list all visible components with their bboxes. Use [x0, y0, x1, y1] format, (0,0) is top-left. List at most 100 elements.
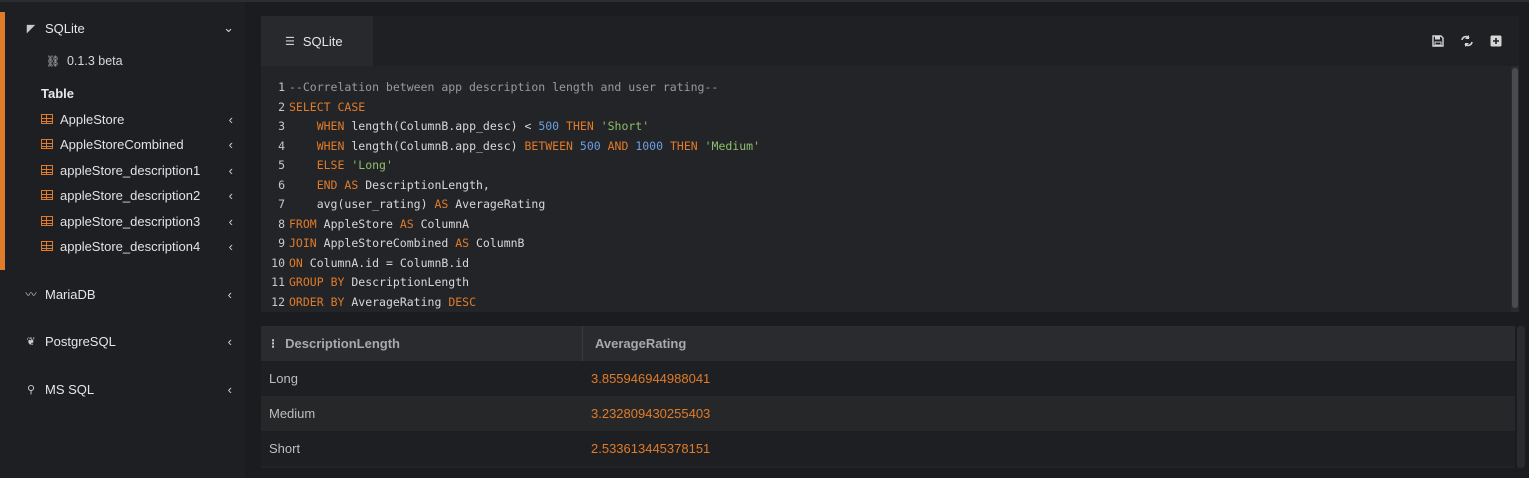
- grid-header-cell[interactable]: ⁝ DescriptionLength: [271, 326, 400, 361]
- sidebar-item-applestore-description4[interactable]: appleStore_description4 ‹: [41, 235, 233, 257]
- line-number: 9: [278, 236, 285, 250]
- sidebar-db-mariadb[interactable]: 〰 MariaDB ‹: [24, 282, 233, 306]
- code-text: GROUP BY DescriptionLength: [289, 275, 470, 289]
- line-number: 2: [278, 99, 285, 114]
- code-line[interactable]: 9 JOIN AppleStoreCombined AS ColumnB: [261, 234, 524, 253]
- line-number: 4: [278, 138, 285, 153]
- table-row[interactable]: Short 2.533613445378151: [261, 431, 1515, 466]
- code-area[interactable]: 1 --Correlation between app description l…: [261, 74, 1507, 312]
- sidebar-db-label: MariaDB: [45, 286, 96, 302]
- sidebar-item-applestore-description3[interactable]: appleStore_description3 ‹: [41, 210, 233, 232]
- table-icon: [41, 165, 53, 175]
- sidebar-db-mssql[interactable]: ⚲ MS SQL ‹: [24, 377, 232, 401]
- sqlite-icon: ◤: [26, 22, 36, 35]
- refresh-icon[interactable]: [1459, 33, 1475, 49]
- column-menu-icon[interactable]: ⁝: [271, 336, 275, 352]
- line-number: 10: [271, 255, 285, 270]
- grid-header-cell[interactable]: AverageRating: [595, 326, 686, 361]
- chevron-left-icon[interactable]: ‹: [229, 137, 233, 152]
- save-icon[interactable]: [1430, 33, 1446, 49]
- grid-scrollbar[interactable]: [1517, 326, 1525, 468]
- sidebar-item-applestore[interactable]: AppleStore ‹: [41, 108, 233, 130]
- sidebar-db-sqlite[interactable]: ◤ SQLite ⌄: [24, 16, 234, 40]
- line-number: 7: [278, 197, 285, 211]
- code-line[interactable]: 7 avg(user_rating) AS AverageRating: [261, 195, 545, 214]
- code-text: JOIN AppleStoreCombined AS ColumnB: [289, 236, 525, 250]
- editor-tabbar: ☰ SQLite: [261, 16, 1519, 66]
- code-line[interactable]: 10 ON ColumnA.id = ColumnB.id: [261, 254, 469, 273]
- code-text: ORDER BY AverageRating DESC: [289, 294, 477, 309]
- table-icon: [41, 216, 53, 226]
- server-icon: ☰: [285, 35, 295, 48]
- add-icon[interactable]: [1488, 33, 1504, 49]
- code-line[interactable]: 1 --Correlation between app description l…: [261, 78, 718, 97]
- line-number: 1: [278, 80, 285, 94]
- chevron-left-icon[interactable]: ‹: [228, 287, 232, 302]
- cell-description-length: Long: [269, 371, 298, 386]
- chevron-left-icon[interactable]: ‹: [229, 239, 233, 254]
- chevron-left-icon[interactable]: ‹: [229, 112, 233, 127]
- column-divider[interactable]: [582, 326, 583, 361]
- sidebar-item-applestorecombined[interactable]: AppleStoreCombined ‹: [41, 133, 233, 155]
- column-header-descriptionlength: DescriptionLength: [285, 336, 400, 351]
- code-text: WHEN length(ColumnB.app_desc) BETWEEN 50…: [316, 138, 760, 153]
- code-line[interactable]: 6 END AS DescriptionLength,: [261, 176, 490, 195]
- code-line[interactable]: 4 WHEN length(ColumnB.app_desc) BETWEEN …: [261, 137, 760, 156]
- mariadb-icon: 〰: [25, 289, 37, 301]
- code-text: SELECT CASE: [289, 99, 366, 114]
- tab-sqlite[interactable]: ☰ SQLite: [261, 16, 373, 66]
- line-number: 6: [278, 177, 285, 192]
- code-text: END AS DescriptionLength,: [316, 177, 490, 192]
- code-line[interactable]: 11 GROUP BY DescriptionLength: [261, 273, 469, 292]
- tab-label: SQLite: [302, 33, 343, 49]
- table-icon: [41, 139, 53, 149]
- chevron-left-icon[interactable]: ‹: [228, 334, 232, 349]
- query-editor-panel: ☰ SQLite 1 --Correlation between app desc…: [261, 16, 1519, 312]
- sidebar-db-postgresql[interactable]: ❦ PostgreSQL ‹: [24, 329, 232, 353]
- editor-scrollbar[interactable]: [1511, 66, 1519, 312]
- code-text: WHEN length(ColumnB.app_desc) < 500 THEN…: [316, 119, 650, 133]
- postgresql-icon: ❦: [26, 335, 36, 348]
- sidebar-db-label: MS SQL: [45, 381, 95, 397]
- code-line[interactable]: 5 ELSE 'Long': [261, 156, 393, 175]
- code-line[interactable]: 2 SELECT CASE: [261, 98, 365, 117]
- code-line[interactable]: 12 ORDER BY AverageRating DESC: [261, 293, 476, 312]
- line-number: 12: [271, 294, 285, 309]
- chevron-left-icon[interactable]: ‹: [229, 214, 233, 229]
- line-number: 5: [278, 158, 285, 172]
- sidebar-item-applestore-description1[interactable]: appleStore_description1 ‹: [41, 159, 233, 181]
- code-line[interactable]: 8 FROM AppleStore AS ColumnA: [261, 215, 469, 234]
- table-label: AppleStore: [60, 111, 125, 127]
- table-label: AppleStoreCombined: [60, 136, 184, 152]
- chevron-left-icon[interactable]: ‹: [229, 188, 233, 203]
- code-text: ON ColumnA.id = ColumnB.id: [289, 255, 470, 270]
- chevron-down-icon[interactable]: ⌄: [223, 20, 234, 36]
- chevron-left-icon[interactable]: ‹: [229, 163, 233, 178]
- line-number: 8: [278, 216, 285, 231]
- results-grid: ⁝ DescriptionLength AverageRating Long 3…: [261, 326, 1515, 468]
- grid-header-row: ⁝ DescriptionLength AverageRating: [261, 326, 1515, 361]
- sidebar-db-label: SQLite: [45, 20, 85, 36]
- code-line[interactable]: 3 WHEN length(ColumnB.app_desc) < 500 TH…: [261, 117, 649, 136]
- sidebar-item-applestore-description2[interactable]: appleStore_description2 ‹: [41, 184, 233, 206]
- code-text: FROM AppleStore AS ColumnA: [289, 216, 470, 231]
- scrollbar-thumb[interactable]: [1512, 68, 1518, 308]
- table-row[interactable]: Long 3.855946944988041: [261, 361, 1515, 396]
- code-text: ELSE 'Long': [316, 158, 393, 172]
- table-label: appleStore_description1: [60, 162, 201, 178]
- code-text: avg(user_rating) AS AverageRating: [316, 197, 546, 211]
- active-db-indicator: [0, 12, 5, 270]
- cell-description-length: Short: [269, 441, 301, 456]
- table-label: appleStore_description4: [60, 238, 201, 254]
- cell-average-rating: 3.232809430255403: [591, 406, 711, 421]
- table-row[interactable]: Medium 3.232809430255403: [261, 396, 1515, 431]
- mssql-icon: ⚲: [26, 383, 36, 396]
- table-section-label: Table: [41, 86, 74, 101]
- hierarchy-icon: ⛓: [46, 55, 60, 68]
- table-icon: [41, 241, 53, 251]
- cell-description-length: Medium: [269, 406, 316, 421]
- line-number: 3: [278, 119, 285, 133]
- version-label: 0.1.3 beta: [66, 54, 123, 68]
- chevron-left-icon[interactable]: ‹: [228, 382, 232, 397]
- table-icon: [41, 114, 53, 124]
